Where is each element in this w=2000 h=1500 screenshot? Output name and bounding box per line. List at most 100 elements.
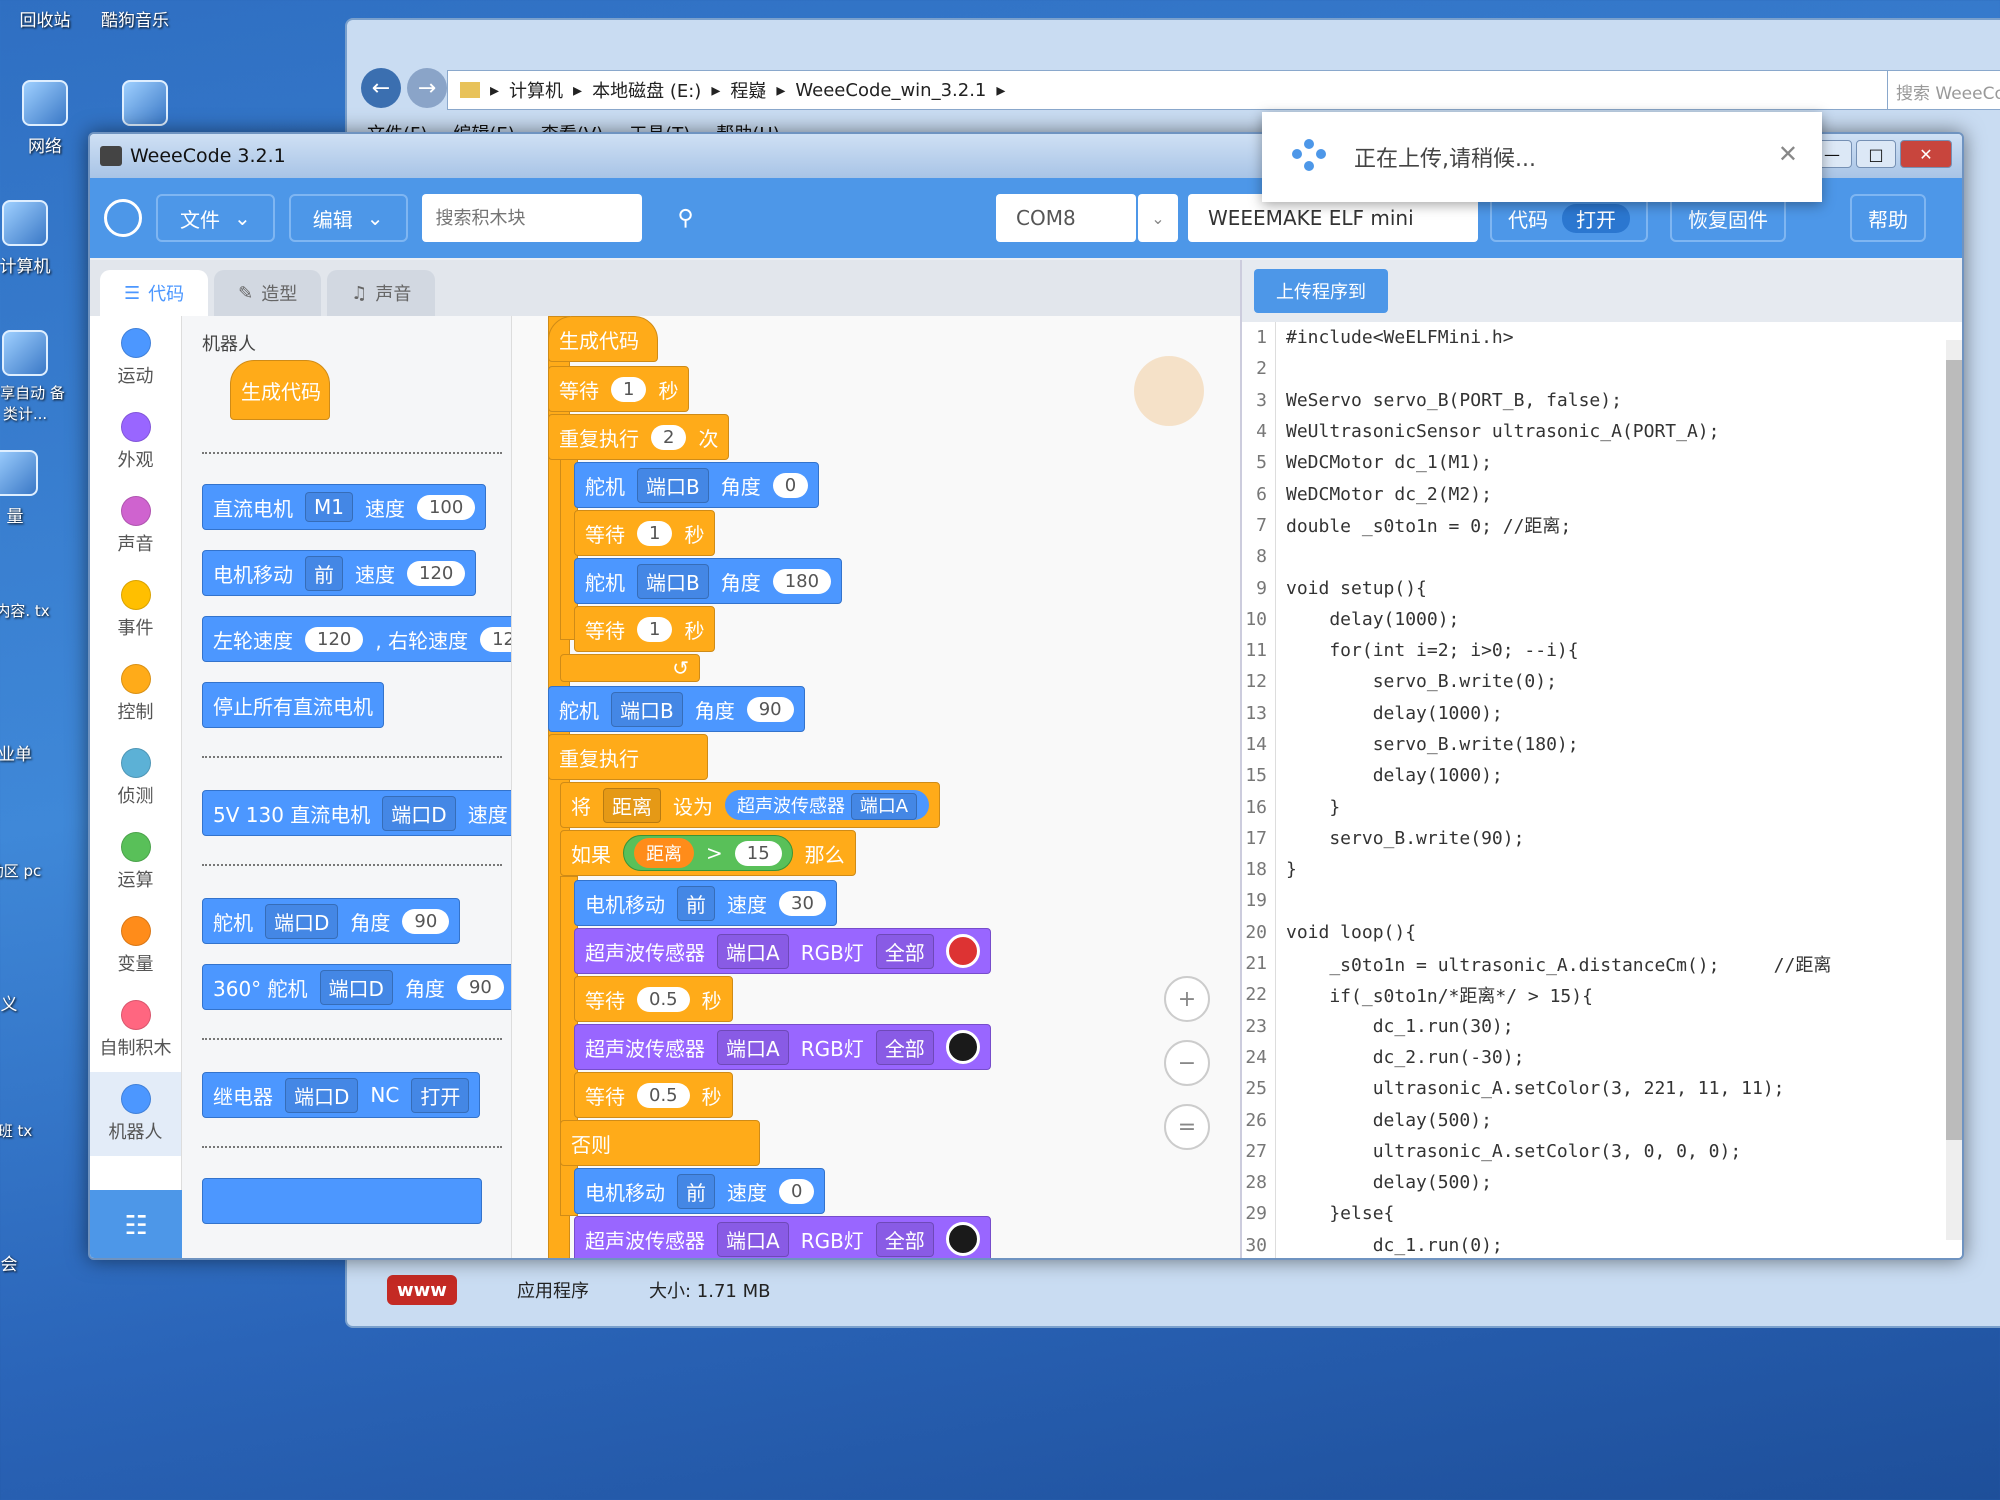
port-dropdown[interactable]: 端口A (717, 933, 789, 969)
wait-seconds-input[interactable]: 1 (637, 616, 673, 642)
led-dropdown[interactable]: 全部 (875, 1221, 934, 1257)
text-file-icon[interactable]: 相内容. tx (0, 600, 60, 621)
forever-block[interactable]: 重复执行 (548, 734, 708, 780)
palette-motor-move-block[interactable]: 电机移动 前 速度 120 (202, 550, 477, 596)
generate-code-hat-block[interactable]: 生成代码 (548, 316, 658, 362)
variable-reporter[interactable]: 距离 (634, 838, 694, 868)
color-picker-black[interactable] (945, 1030, 980, 1064)
palette-servo360-block[interactable]: 360° 舵机 端口D 角度 90 (202, 964, 511, 1010)
ultrasonic-rgb-off-block[interactable]: 超声波传感器 端口A RGB灯 全部 (574, 1024, 991, 1070)
category-sound[interactable]: 声音 (90, 484, 181, 568)
direction-dropdown[interactable]: 前 (305, 555, 343, 591)
color-picker-red[interactable] (945, 934, 980, 968)
left-speed-input[interactable]: 120 (305, 626, 364, 652)
ultrasonic-rgb-red-block[interactable]: 超声波传感器 端口A RGB灯 全部 (574, 928, 991, 974)
relay-mode[interactable]: NC (370, 1083, 399, 1107)
desktop-file-icon[interactable]: 班 tx (0, 1120, 60, 1141)
desktop-file-icon[interactable]: 义 (0, 990, 54, 1015)
zoom-out-icon[interactable]: − (1164, 1040, 1210, 1086)
desktop-file-icon[interactable]: 会 (0, 1250, 54, 1275)
desktop-file-icon[interactable]: 业单 (0, 740, 60, 765)
speed-input[interactable]: 0 (779, 1178, 815, 1204)
palette-wheel-speed-block[interactable]: 左轮速度 120 , 右轮速度 120 (202, 616, 511, 662)
palette-stop-all-motors-block[interactable]: 停止所有直流电机 (202, 682, 384, 728)
motor-move-0-block[interactable]: 电机移动 前 速度 0 (574, 1168, 826, 1214)
led-dropdown[interactable]: 全部 (875, 933, 934, 969)
port-dropdown[interactable]: 端口D (285, 1077, 359, 1113)
wait-block[interactable]: 等待 0.5 秒 (574, 1072, 733, 1118)
search-icon[interactable]: ⚲ (656, 194, 716, 242)
variable-dropdown[interactable]: 距离 (603, 787, 661, 823)
port-dropdown[interactable]: 端口D (382, 795, 456, 831)
category-looks[interactable]: 外观 (90, 400, 181, 484)
angle-input[interactable]: 0 (772, 472, 809, 498)
language-globe-icon[interactable] (104, 199, 142, 237)
shared-doc-icon[interactable]: 分享自动 备类计... (0, 330, 70, 424)
maximize-icon[interactable]: □ (1856, 140, 1896, 168)
angle-input[interactable]: 90 (402, 908, 450, 934)
angle-input[interactable]: 90 (746, 696, 794, 722)
network-icon[interactable]: 网络 (0, 80, 90, 157)
close-icon[interactable]: ✕ (1900, 140, 1952, 168)
category-my-blocks[interactable]: 自制积木 (90, 988, 181, 1072)
port-dropdown[interactable]: 端口A (717, 1221, 789, 1257)
port-dropdown[interactable]: 端口B (611, 691, 683, 727)
code-toggle-switch[interactable]: 打开 (1562, 203, 1630, 233)
edit-menu-button[interactable]: 编辑 ⌄ (288, 194, 408, 242)
scrollbar-thumb[interactable] (1946, 360, 1962, 1140)
category-control[interactable]: 控制 (90, 652, 181, 736)
wait-block[interactable]: 等待 0.5 秒 (574, 976, 733, 1022)
led-dropdown[interactable]: 全部 (875, 1029, 934, 1065)
palette-generate-code-hat[interactable]: 生成代码 (230, 360, 330, 420)
breadcrumb-item[interactable]: 本地磁盘 (E:) (592, 77, 701, 103)
port-dropdown[interactable]: 端口D (265, 903, 339, 939)
wait-block[interactable]: 等待 1 秒 (574, 510, 716, 556)
code-editor[interactable]: 1 #include<WeELFMini.h> 2 3 WeServo servo_B(… (1242, 322, 1942, 1258)
tab-sounds[interactable]: ♫ 声音 (327, 270, 436, 316)
wait-seconds-input[interactable]: 1 (611, 376, 647, 402)
script-workspace[interactable]: 生成代码 等待 1 秒 重复执行 2 次 舵机 端口B 角度 0 等待 1 秒 … (512, 316, 1240, 1258)
angle-input[interactable]: 90 (456, 974, 504, 1000)
breadcrumb-item[interactable]: WeeeCode_win_3.2.1 (795, 80, 986, 101)
tab-code[interactable]: ☰ 代码 (100, 270, 209, 316)
desktop-file-icon[interactable]: 动区 pc (0, 860, 60, 881)
com-port-select[interactable]: COM8 (996, 194, 1136, 242)
breadcrumb-item[interactable]: 计算机 (509, 77, 563, 103)
speed-input[interactable]: 30 (779, 890, 826, 916)
wait-block[interactable]: 等待 1 秒 (548, 366, 690, 412)
ultrasonic-rgb-off-block[interactable]: 超声波传感器 端口A RGB灯 全部 (574, 1216, 991, 1258)
category-robot[interactable]: 机器人 (90, 1072, 181, 1156)
relay-state-dropdown[interactable]: 打开 (411, 1077, 470, 1113)
category-sensing[interactable]: 侦测 (90, 736, 181, 820)
color-picker-black[interactable] (945, 1222, 980, 1256)
file-menu-button[interactable]: 文件 ⌄ (156, 194, 275, 242)
desktop-shortcut-icon[interactable]: 量 (0, 450, 60, 527)
block-search-input[interactable] (421, 194, 642, 242)
direction-dropdown[interactable]: 前 (677, 885, 715, 921)
palette-servo-block[interactable]: 舵机 端口D 角度 90 (202, 898, 461, 944)
category-events[interactable]: 事件 (90, 568, 181, 652)
recycle-bin-icon[interactable]: 回收站 (0, 6, 90, 31)
wait-block[interactable]: 等待 1 秒 (574, 606, 716, 652)
kugou-music-icon[interactable]: 酷狗音乐 (90, 6, 180, 31)
upload-button[interactable]: 上传程序到 (1254, 269, 1388, 313)
chevron-down-icon[interactable]: ⌄ (1138, 194, 1178, 242)
forward-arrow-icon[interactable]: → (407, 68, 447, 108)
motor-move-30-block[interactable]: 电机移动 前 速度 30 (574, 880, 837, 926)
address-bar[interactable]: ▸ 计算机 ▸ 本地磁盘 (E:) ▸ 程嶷 ▸ WeeeCode_win_3.… (447, 70, 1917, 110)
port-dropdown[interactable]: 端口A (850, 793, 918, 820)
app-shortcut-icon[interactable] (100, 80, 190, 132)
if-else-block[interactable]: 如果 距离 > 15 那么 (560, 830, 856, 876)
port-dropdown[interactable]: M1 (305, 492, 353, 522)
tab-costumes[interactable]: ✎ 造型 (214, 270, 322, 316)
wait-seconds-input[interactable]: 1 (637, 520, 673, 546)
computer-icon[interactable]: 计算机 (0, 200, 70, 277)
category-variables[interactable]: 变量 (90, 904, 181, 988)
category-operators[interactable]: 运算 (90, 820, 181, 904)
speed-input[interactable]: 100 (416, 494, 476, 520)
back-arrow-icon[interactable]: ← (361, 68, 401, 108)
wait-seconds-input[interactable]: 0.5 (637, 986, 690, 1012)
category-motion[interactable]: 运动 (90, 316, 181, 400)
palette-relay-block[interactable]: 继电器 端口D NC 打开 (202, 1072, 481, 1118)
palette-next-block[interactable] (202, 1178, 482, 1224)
